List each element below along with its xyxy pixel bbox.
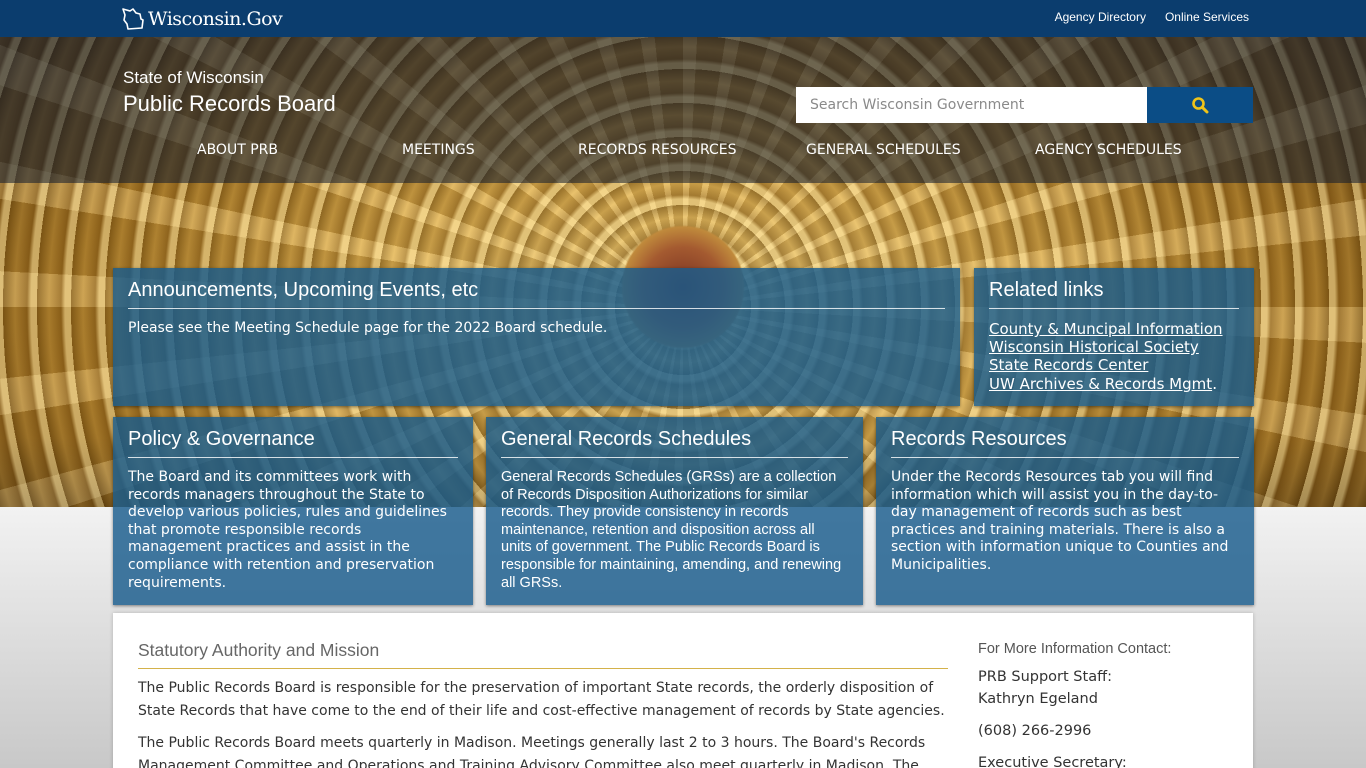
card-text: The Board and its committees work with r… [128,469,447,591]
contact-label: For More Information Contact: [978,641,1172,657]
related-link-uw-archives[interactable]: UW Archives & Records Mgmt [989,375,1212,393]
related-links-panel: Related links County & Muncipal Informat… [974,268,1254,406]
search-input[interactable] [796,87,1147,123]
main-nav: ABOUT PRB MEETINGS RECORDS RESOURCES GEN… [0,142,1366,162]
card-title: Policy & Governance [128,428,458,458]
search-button[interactable] [1147,87,1253,123]
announcements-panel: Announcements, Upcoming Events, etc Plea… [113,268,960,406]
nav-records-resources[interactable]: RECORDS RESOURCES [578,142,736,158]
online-services-link[interactable]: Online Services [1165,10,1249,24]
top-links: Agency Directory Online Services [1055,10,1249,24]
related-link-county-municipal[interactable]: County & Muncipal Information [989,320,1239,338]
wisconsin-state-icon [122,8,144,30]
records-resources-card[interactable]: Records Resources Under the Records Reso… [876,417,1254,605]
card-title: General Records Schedules [501,428,848,458]
site-title[interactable]: Public Records Board [123,91,336,117]
meetings-paragraph: The Public Records Board meets quarterly… [138,735,926,768]
section-title: Statutory Authority and Mission [138,640,948,669]
nav-about-prb[interactable]: ABOUT PRB [197,142,278,158]
general-records-schedules-card[interactable]: General Records Schedules General Record… [486,417,863,605]
agency-directory-link[interactable]: Agency Directory [1055,10,1146,24]
exec-secretary-label: Executive Secretary: [978,755,1127,768]
mission-paragraph: The Public Records Board is responsible … [138,680,945,719]
staff-name: Kathryn Egeland [978,691,1098,707]
card-title: Records Resources [891,428,1239,458]
related-links-period: . [1212,374,1218,393]
nav-general-schedules[interactable]: GENERAL SCHEDULES [806,142,961,158]
wisconsin-gov-logo[interactable]: Wisconsin.Gov [120,5,283,33]
related-links-title: Related links [989,279,1239,309]
staff-label: PRB Support Staff: [978,669,1112,685]
contact-sidebar: For More Information Contact: PRB Suppor… [978,641,1238,768]
card-text: Under the Records Resources tab you will… [891,469,1229,573]
announcements-title: Announcements, Upcoming Events, etc [128,279,945,309]
related-link-historical-society[interactable]: Wisconsin Historical Society [989,338,1239,356]
search-icon [1192,97,1209,114]
policy-governance-card[interactable]: Policy & Governance The Board and its co… [113,417,473,605]
related-links-list: County & Muncipal Information Wisconsin … [989,320,1239,393]
nav-meetings[interactable]: MEETINGS [402,142,475,158]
contact-phone: (608) 266-2996 [978,723,1092,739]
related-link-state-records-center[interactable]: State Records Center [989,356,1239,374]
site-subtitle: State of Wisconsin [123,68,264,87]
top-bar: Wisconsin.Gov Agency Directory Online Se… [0,0,1366,37]
announcements-text: Please see the Meeting Schedule page for… [128,320,608,336]
main-content: Statutory Authority and Mission The Publ… [113,613,1253,768]
nav-agency-schedules[interactable]: AGENCY SCHEDULES [1035,142,1182,158]
logo-text: Wisconsin.Gov [148,8,283,30]
card-text: General Records Schedules (GRSs) are a c… [501,469,842,591]
